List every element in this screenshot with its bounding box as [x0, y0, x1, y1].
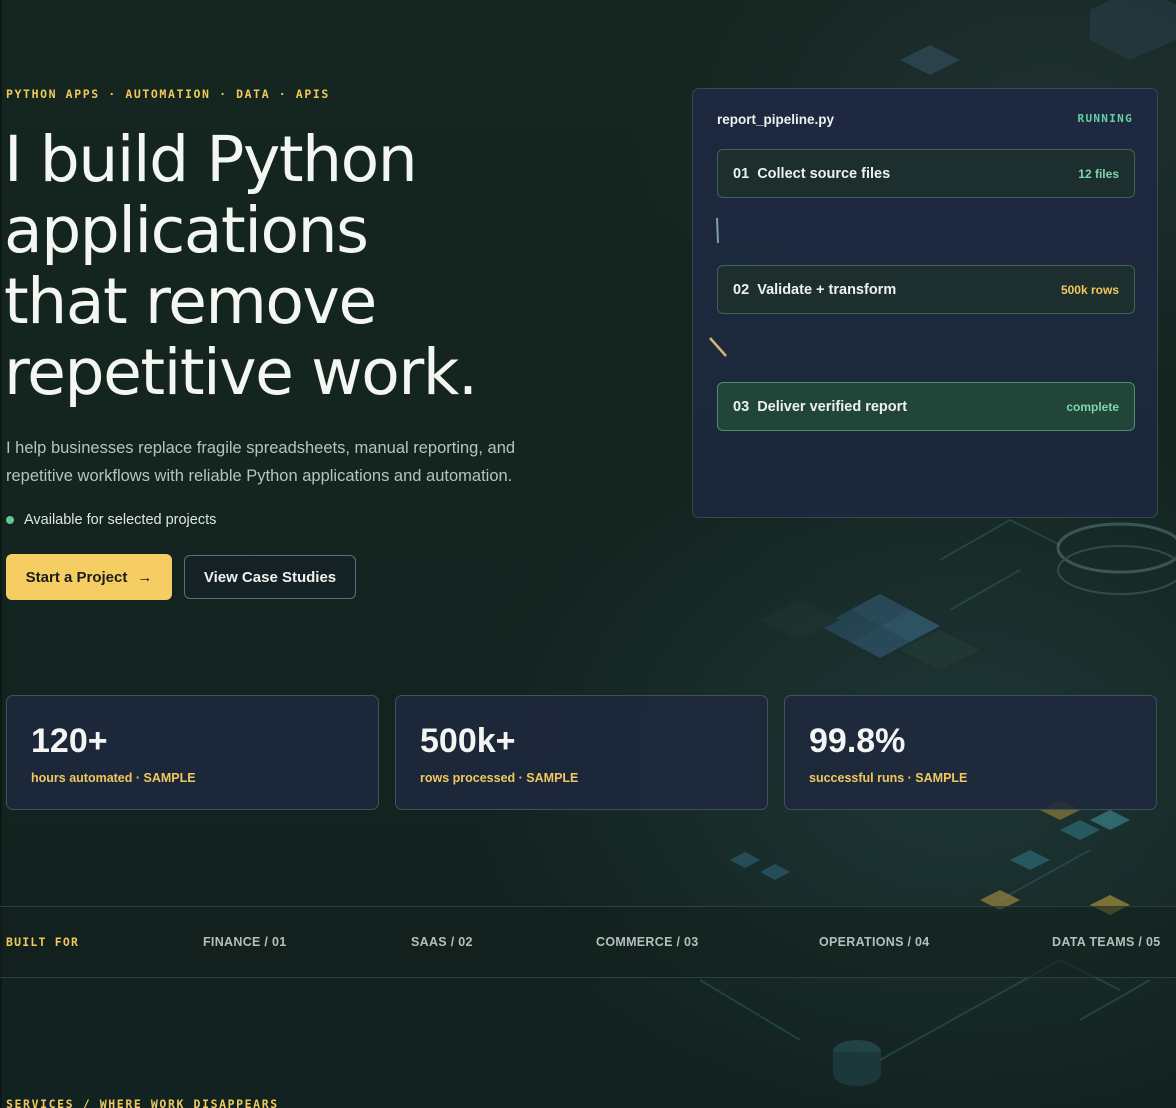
step-meta: complete — [1066, 399, 1119, 414]
stat-value: 99.8% — [809, 722, 906, 760]
headline-line: applications — [4, 194, 369, 267]
headline-line: repetitive work. — [4, 336, 478, 409]
step-number: 01 — [733, 165, 750, 182]
services-heading: SERVICES / WHERE WORK DISAPPEARS — [6, 1097, 279, 1108]
hero-headline: I build Python applications that remove … — [4, 124, 644, 408]
stat-value: 500k+ — [420, 722, 516, 760]
description-line: I help businesses replace fragile spread… — [6, 439, 516, 457]
step-connector — [709, 337, 727, 357]
headline-line: I build Python — [4, 123, 418, 196]
availability-status: Available for selected projects — [6, 512, 216, 528]
pipeline-status-badge: RUNNING — [1077, 112, 1133, 125]
status-dot-icon — [6, 516, 14, 524]
description-line: repetitive workflows with reliable Pytho… — [6, 467, 513, 485]
step-name: 02 Validate + transform — [733, 282, 896, 298]
step-number: 03 — [733, 398, 750, 415]
hero-eyebrow: PYTHON APPS · AUTOMATION · DATA · APIS — [6, 87, 330, 101]
pipeline-filename: report_pipeline.py — [717, 112, 835, 127]
stat-card: 99.8% successful runs · SAMPLE — [784, 695, 1157, 810]
built-for-label: BUILT FOR — [6, 935, 80, 949]
availability-text: Available for selected projects — [24, 512, 217, 528]
pipeline-step: 01 Collect source files 12 files — [717, 149, 1135, 198]
industry-item: DATA TEAMS / 05 — [1052, 935, 1161, 949]
industry-item: SAAS / 02 — [411, 935, 473, 949]
stat-card: 500k+ rows processed · SAMPLE — [395, 695, 768, 810]
industry-item: COMMERCE / 03 — [596, 935, 699, 949]
built-for-strip: BUILT FOR FINANCE / 01 SAAS / 02 COMMERC… — [0, 906, 1176, 978]
start-project-label: Start a Project — [25, 568, 128, 586]
step-meta: 500k rows — [1060, 282, 1119, 297]
step-title: Deliver verified report — [757, 398, 908, 415]
step-connector — [716, 217, 719, 244]
stat-value: 120+ — [31, 722, 108, 760]
view-case-studies-button[interactable]: View Case Studies — [184, 555, 356, 599]
arrow-right-icon: → — [137, 568, 153, 586]
start-project-button[interactable]: Start a Project → — [6, 554, 172, 600]
industry-item: OPERATIONS / 04 — [819, 935, 930, 949]
stat-card: 120+ hours automated · SAMPLE — [6, 695, 379, 810]
view-case-studies-label: View Case Studies — [203, 568, 337, 586]
pipeline-step: 02 Validate + transform 500k rows — [717, 265, 1135, 314]
step-name: 03 Deliver verified report — [733, 399, 907, 415]
step-name: 01 Collect source files — [733, 166, 890, 182]
hero-description: I help businesses replace fragile spread… — [6, 434, 566, 490]
step-title: Validate + transform — [757, 281, 897, 298]
step-number: 02 — [733, 281, 750, 298]
stat-label: hours automated · SAMPLE — [31, 771, 196, 785]
pipeline-step: 03 Deliver verified report complete — [717, 382, 1135, 431]
stat-label: rows processed · SAMPLE — [420, 771, 579, 785]
headline-line: that remove — [4, 265, 377, 338]
pipeline-card: report_pipeline.py RUNNING 01 Collect so… — [692, 88, 1158, 518]
step-meta: 12 files — [1078, 166, 1119, 181]
stat-label: successful runs · SAMPLE — [809, 771, 968, 785]
step-title: Collect source files — [757, 165, 891, 182]
industry-item: FINANCE / 01 — [203, 935, 287, 949]
